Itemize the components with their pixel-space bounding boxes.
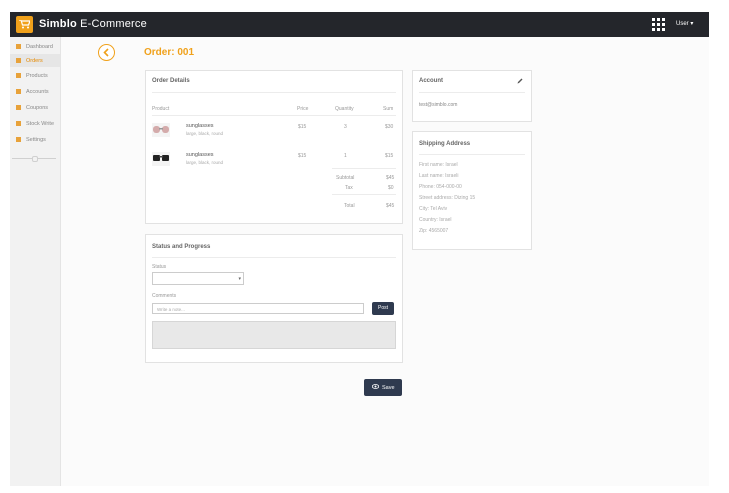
account-panel: Account test@simblo.com <box>412 70 532 122</box>
divider <box>152 257 396 258</box>
sidebar: Dashboard Orders Products Accounts Coupo… <box>10 37 61 486</box>
sidebar-item-label: Dashboard <box>26 44 53 50</box>
shipping-street: Street address: Dizing 15 <box>419 195 476 201</box>
products-icon <box>16 73 21 78</box>
sidebar-item-label: Stock Write <box>26 121 55 127</box>
orders-icon <box>16 58 21 63</box>
save-button[interactable]: Save <box>364 379 402 396</box>
sidebar-item-label: Accounts <box>26 89 49 95</box>
stock-icon <box>16 121 21 126</box>
user-menu[interactable]: User ▾ <box>676 20 693 27</box>
sidebar-item-stock-write[interactable]: Stock Write <box>10 117 60 130</box>
product-quantity: 3 <box>344 124 347 130</box>
post-button[interactable]: Post <box>372 302 394 315</box>
product-price: $15 <box>298 153 307 159</box>
shipping-address-panel: Shipping Address First name: Israel Last… <box>412 131 532 250</box>
cart-logo-icon[interactable] <box>16 16 33 33</box>
tax-label: Tax <box>345 185 353 191</box>
divider <box>152 115 396 116</box>
status-label: Status <box>152 264 167 270</box>
status-select[interactable]: ▾ <box>152 272 244 285</box>
sunglasses-image <box>153 126 169 133</box>
order-details-panel: Order Details Product Price Quantity Sum… <box>145 70 403 224</box>
divider <box>332 168 396 169</box>
top-navbar: Simblo E-Commerce User ▾ <box>10 12 709 37</box>
sidebar-item-label: Settings <box>26 137 46 143</box>
sunglasses-image <box>153 155 169 161</box>
total-value: $45 <box>386 203 395 209</box>
shipping-zip: Zip: 4565007 <box>419 228 449 234</box>
save-button-label: Save <box>382 385 395 391</box>
edit-pencil-icon[interactable] <box>517 78 523 84</box>
total-label: Total <box>344 203 355 209</box>
back-button[interactable] <box>98 44 115 61</box>
comments-list-area <box>152 321 396 349</box>
subtotal-value: $45 <box>386 175 395 181</box>
shipping-last-name: Last name: Israeli <box>419 173 459 179</box>
sidebar-item-orders[interactable]: Orders <box>10 54 60 67</box>
product-thumbnail[interactable] <box>152 123 170 137</box>
divider <box>332 194 396 195</box>
col-header-sum: Sum <box>383 106 394 112</box>
shipping-phone: Phone: 054-000-00 <box>419 184 462 190</box>
sidebar-item-products[interactable]: Products <box>10 69 60 82</box>
divider <box>152 92 396 93</box>
col-header-product: Product <box>152 106 170 112</box>
sidebar-item-accounts[interactable]: Accounts <box>10 85 60 98</box>
shipping-city: City: Tel Aviv <box>419 206 448 212</box>
product-variant: large, black, round <box>186 131 224 136</box>
product-name[interactable]: sunglasses <box>186 123 214 129</box>
sidebar-item-label: Orders <box>26 58 43 64</box>
sidebar-item-coupons[interactable]: Coupons <box>10 101 60 114</box>
product-sum: $15 <box>385 153 394 159</box>
arrow-left-icon <box>103 48 109 57</box>
account-title: Account <box>419 78 443 84</box>
brand-suffix: E-Commerce <box>80 18 147 30</box>
sidebar-item-dashboard[interactable]: Dashboard <box>10 40 60 53</box>
chevron-down-icon: ▾ <box>238 276 241 282</box>
sidebar-collapse-handle[interactable] <box>32 156 38 162</box>
product-price: $15 <box>298 124 307 130</box>
coupons-icon <box>16 105 21 110</box>
col-header-price: Price <box>297 106 309 112</box>
divider <box>419 92 525 93</box>
settings-icon <box>16 137 21 142</box>
account-email[interactable]: test@simblo.com <box>419 102 457 108</box>
accounts-icon <box>16 89 21 94</box>
product-sum: $30 <box>385 124 394 130</box>
col-header-quantity: Quantity <box>335 106 354 112</box>
product-variant: large, black, round <box>186 160 224 165</box>
brand-name[interactable]: Simblo E-Commerce <box>39 18 147 30</box>
product-quantity: 1 <box>344 153 347 159</box>
subtotal-label: Subtotal <box>336 175 355 181</box>
order-details-title: Order Details <box>152 78 190 84</box>
status-progress-title: Status and Progress <box>152 244 211 250</box>
shipping-title: Shipping Address <box>419 141 471 147</box>
divider <box>419 154 525 155</box>
page-title: Order: 001 <box>144 47 195 58</box>
shipping-first-name: First name: Israel <box>419 162 458 168</box>
sidebar-item-label: Products <box>26 73 48 79</box>
product-thumbnail[interactable] <box>152 152 170 166</box>
eye-icon <box>372 384 379 389</box>
tax-value: $0 <box>388 185 394 191</box>
brand-simblo: Simblo <box>39 18 77 30</box>
comments-label: Comments <box>152 293 177 299</box>
comment-input[interactable]: Write a note... <box>152 303 364 314</box>
sidebar-item-label: Coupons <box>26 105 49 111</box>
dashboard-icon <box>16 44 21 49</box>
apps-grid-icon[interactable] <box>652 18 665 31</box>
status-progress-panel: Status and Progress Status ▾ Comments Wr… <box>145 234 403 363</box>
product-name[interactable]: sunglasses <box>186 152 214 158</box>
shipping-country: Country: Israel <box>419 217 452 223</box>
sidebar-item-settings[interactable]: Settings <box>10 133 60 146</box>
